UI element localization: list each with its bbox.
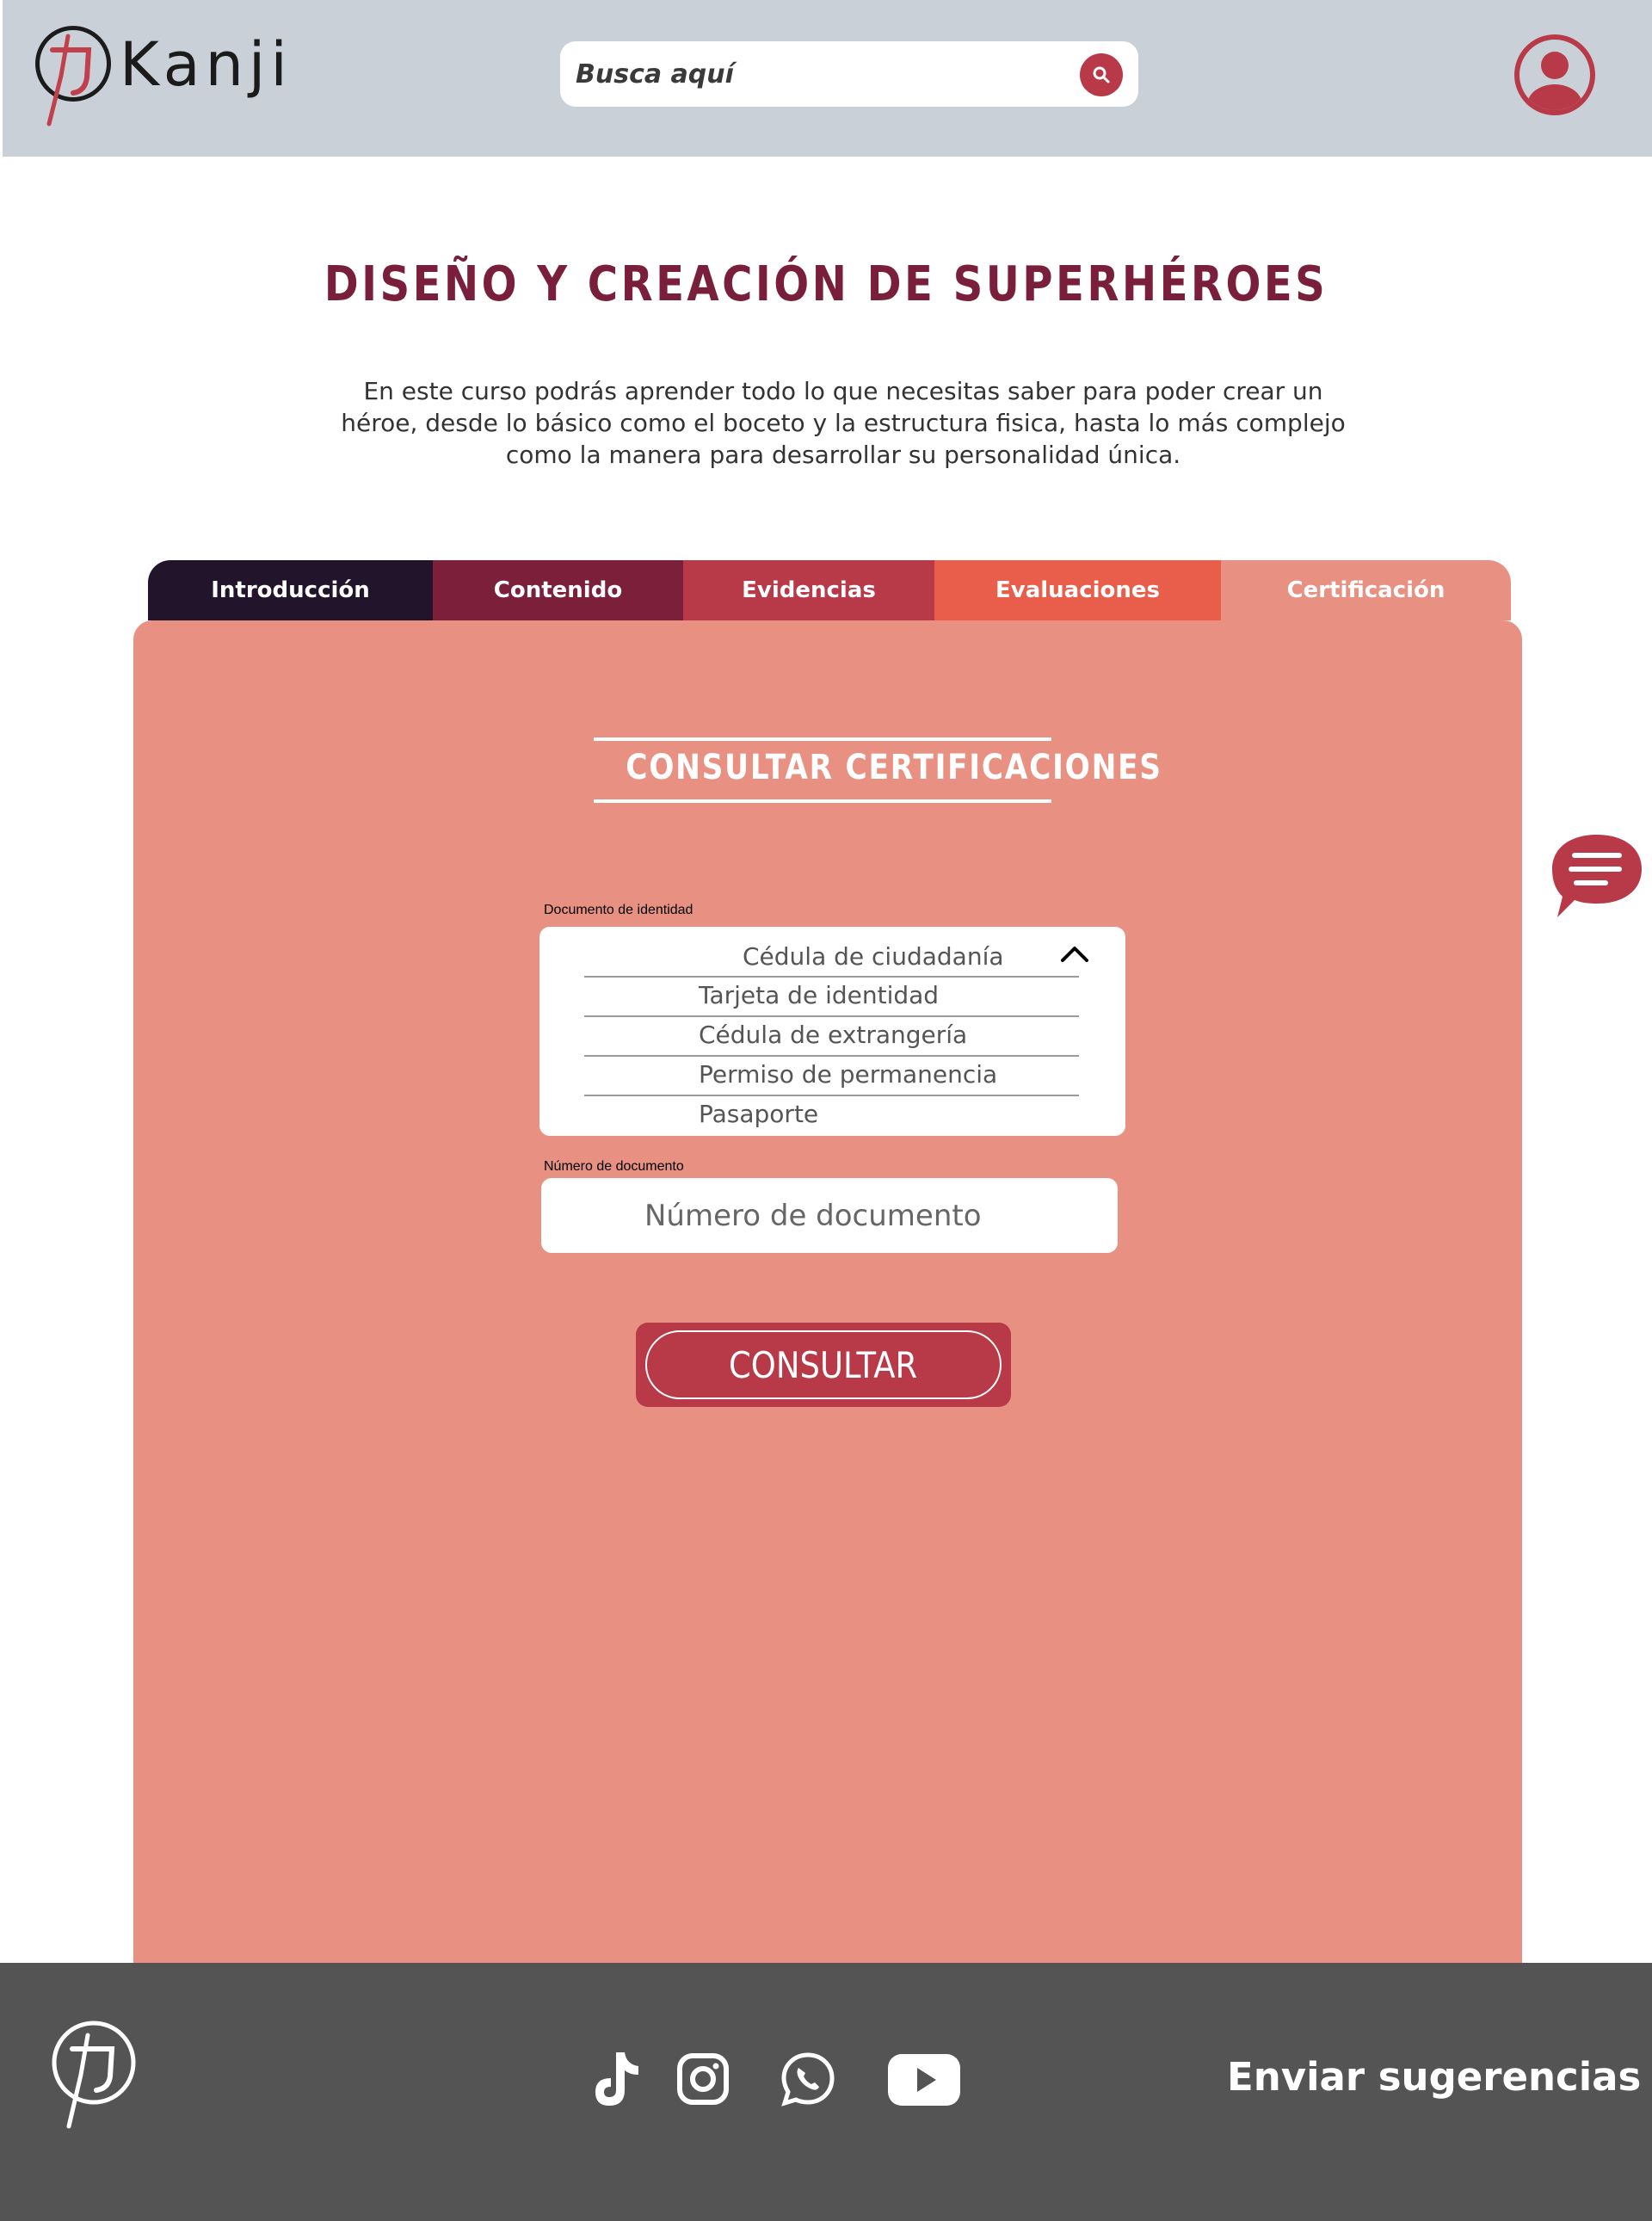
kanji-glyph-icon [46,34,92,126]
user-avatar-icon [1527,52,1582,110]
panel-heading-text: CONSULTAR CERTIFICACIONES [626,748,1162,787]
send-suggestions-link[interactable]: Enviar sugerencias [1227,2054,1641,2100]
consult-button-label: CONSULTAR [729,1343,918,1386]
tab-introduccion[interactable]: Introducción [148,560,433,620]
certification-panel: CONSULTAR CERTIFICACIONES Documento de i… [133,620,1522,1963]
document-type-selected[interactable]: Cédula de ciudadanía [584,939,1079,971]
kanji-logo[interactable]: Kanji [35,24,293,127]
search-icon [1093,66,1110,83]
chat-bubble-icon[interactable] [1549,831,1645,919]
tiktok-icon[interactable] [590,2049,644,2109]
brand-name: Kanji [120,29,293,100]
dropdown-option-label: Cédula de extrangería [699,1021,968,1049]
dropdown-option[interactable]: Cédula de extrangería [584,1015,1079,1055]
document-number-label: Número de documento [544,1159,684,1174]
dropdown-option[interactable]: Permiso de permanencia [584,1055,1079,1095]
dropdown-option-label: Pasaporte [699,1100,819,1128]
tab-certificacion[interactable]: Certificación [1221,560,1511,620]
tab-contenido[interactable]: Contenido [433,560,683,620]
chevron-up-icon[interactable] [1060,944,1089,963]
document-type-dropdown: Cédula de ciudadanía Tarjeta de identida… [539,927,1125,1136]
top-header: Kanji [3,0,1652,157]
consult-button-frame: CONSULTAR [636,1323,1011,1407]
dropdown-option-label: Permiso de permanencia [699,1060,998,1089]
dropdown-option-label: Tarjeta de identidad [699,981,940,1009]
tab-evidencias[interactable]: Evidencias [683,560,934,620]
document-number-input[interactable] [541,1178,1118,1253]
panel-heading: CONSULTAR CERTIFICACIONES [594,737,1162,803]
dropdown-option[interactable]: Pasaporte [584,1095,1079,1134]
course-description: En este curso podrás aprender todo lo qu… [341,377,1346,469]
dropdown-option[interactable]: Tarjeta de identidad [584,976,1079,1015]
selected-value: Cédula de ciudadanía [743,942,1004,971]
course-title: DISEÑO Y CREACIÓN DE SUPERHÉROES [324,256,1328,312]
consult-button[interactable]: CONSULTAR [645,1330,1002,1399]
search-input[interactable] [576,50,1057,98]
footer: Enviar sugerencias [0,1963,1652,2221]
tab-evaluaciones[interactable]: Evaluaciones [934,560,1221,620]
whatsapp-icon[interactable] [780,2051,836,2107]
youtube-icon[interactable] [886,2052,962,2107]
instagram-icon[interactable] [676,2052,730,2106]
footer-logo-icon[interactable] [50,2020,141,2132]
document-type-label: Documento de identidad [544,903,693,917]
course-tabs: Introducción Contenido Evidencias Evalua… [148,560,1511,620]
search-button[interactable] [1080,53,1123,96]
user-profile-button[interactable] [1514,34,1595,115]
search-bar [560,41,1138,107]
